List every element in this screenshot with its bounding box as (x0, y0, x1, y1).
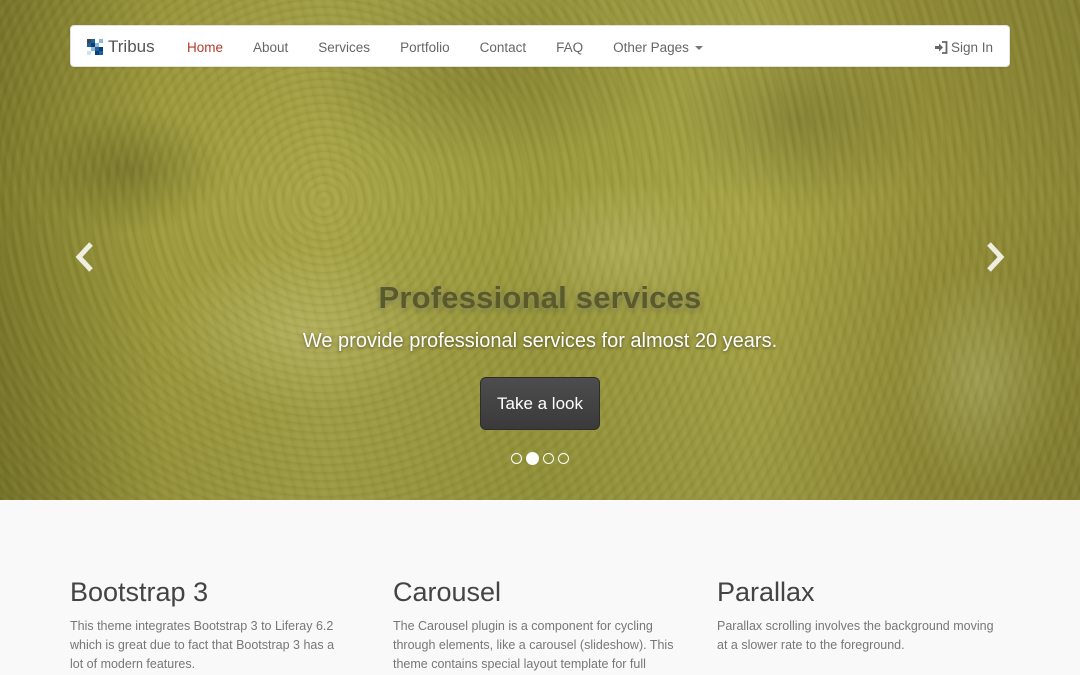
nav-item-services[interactable]: Services (303, 40, 385, 55)
sign-in-link[interactable]: Sign In (934, 26, 993, 68)
nav-item-home[interactable]: Home (172, 40, 238, 55)
nav-item-contact[interactable]: Contact (465, 40, 542, 55)
feature-line: Parallax scrolling involves the backgrou… (717, 619, 994, 633)
nav-item-other-pages-label: Other Pages (613, 39, 689, 55)
carousel-caption: Professional services We provide profess… (0, 280, 1080, 353)
feature-title: Carousel (393, 577, 502, 607)
nav-item-portfolio[interactable]: Portfolio (385, 40, 465, 55)
chevron-right-icon (987, 242, 1005, 272)
feature-description: Parallax scrolling involves the backgrou… (717, 617, 1007, 655)
nav-item-about[interactable]: About (238, 40, 303, 55)
feature-description: The Carousel plugin is a component for c… (393, 617, 693, 674)
carousel-indicators (0, 452, 1080, 465)
feature-line: The Carousel plugin is a component for c… (393, 619, 653, 633)
feature-description: This theme integrates Bootstrap 3 to Lif… (70, 617, 360, 674)
feature-bootstrap: Bootstrap 3 This theme integrates Bootst… (70, 576, 360, 674)
carousel-indicator-4[interactable] (558, 453, 569, 464)
nav-item-other-pages[interactable]: Other Pages (598, 40, 718, 55)
feature-parallax: Parallax Parallax scrolling involves the… (717, 576, 1007, 655)
main-nav: Home About Services Portfolio Contact FA… (172, 26, 718, 68)
carousel-indicator-2[interactable] (526, 452, 539, 465)
feature-line: through elements, like a carousel (slide… (393, 638, 674, 652)
feature-title: Parallax (717, 577, 815, 607)
navbar: Tribus Home About Services Portfolio Con… (70, 25, 1010, 67)
nav-item-faq[interactable]: FAQ (541, 40, 598, 55)
feature-line: lot of modern features. (70, 657, 196, 671)
feature-title: Bootstrap 3 (70, 577, 209, 607)
carousel-indicator-1[interactable] (511, 453, 522, 464)
carousel-indicator-3[interactable] (543, 453, 554, 464)
take-a-look-button[interactable]: Take a look (480, 377, 600, 430)
carousel-subtitle: We provide professional services for alm… (302, 330, 778, 352)
carousel-next-button[interactable] (980, 240, 1010, 274)
brand-name: Tribus (108, 37, 155, 56)
feature-line: at a slower rate to the foreground. (717, 638, 905, 652)
carousel-prev-button[interactable] (70, 240, 100, 274)
feature-carousel: Carousel The Carousel plugin is a compon… (393, 576, 693, 674)
brand-link[interactable]: Tribus (87, 26, 155, 68)
caret-down-icon (694, 45, 703, 50)
feature-line: This theme integrates Bootstrap 3 to Lif… (70, 619, 334, 633)
brand-logo-icon (87, 39, 103, 55)
sign-in-icon (934, 40, 948, 54)
feature-line: theme contains special layout template f… (393, 657, 646, 671)
sign-in-label: Sign In (950, 39, 993, 55)
feature-line: which is great due to fact that Bootstra… (70, 638, 335, 652)
carousel-title: Professional services (378, 280, 702, 315)
features-section: Bootstrap 3 This theme integrates Bootst… (0, 500, 1080, 675)
chevron-left-icon (75, 242, 93, 272)
